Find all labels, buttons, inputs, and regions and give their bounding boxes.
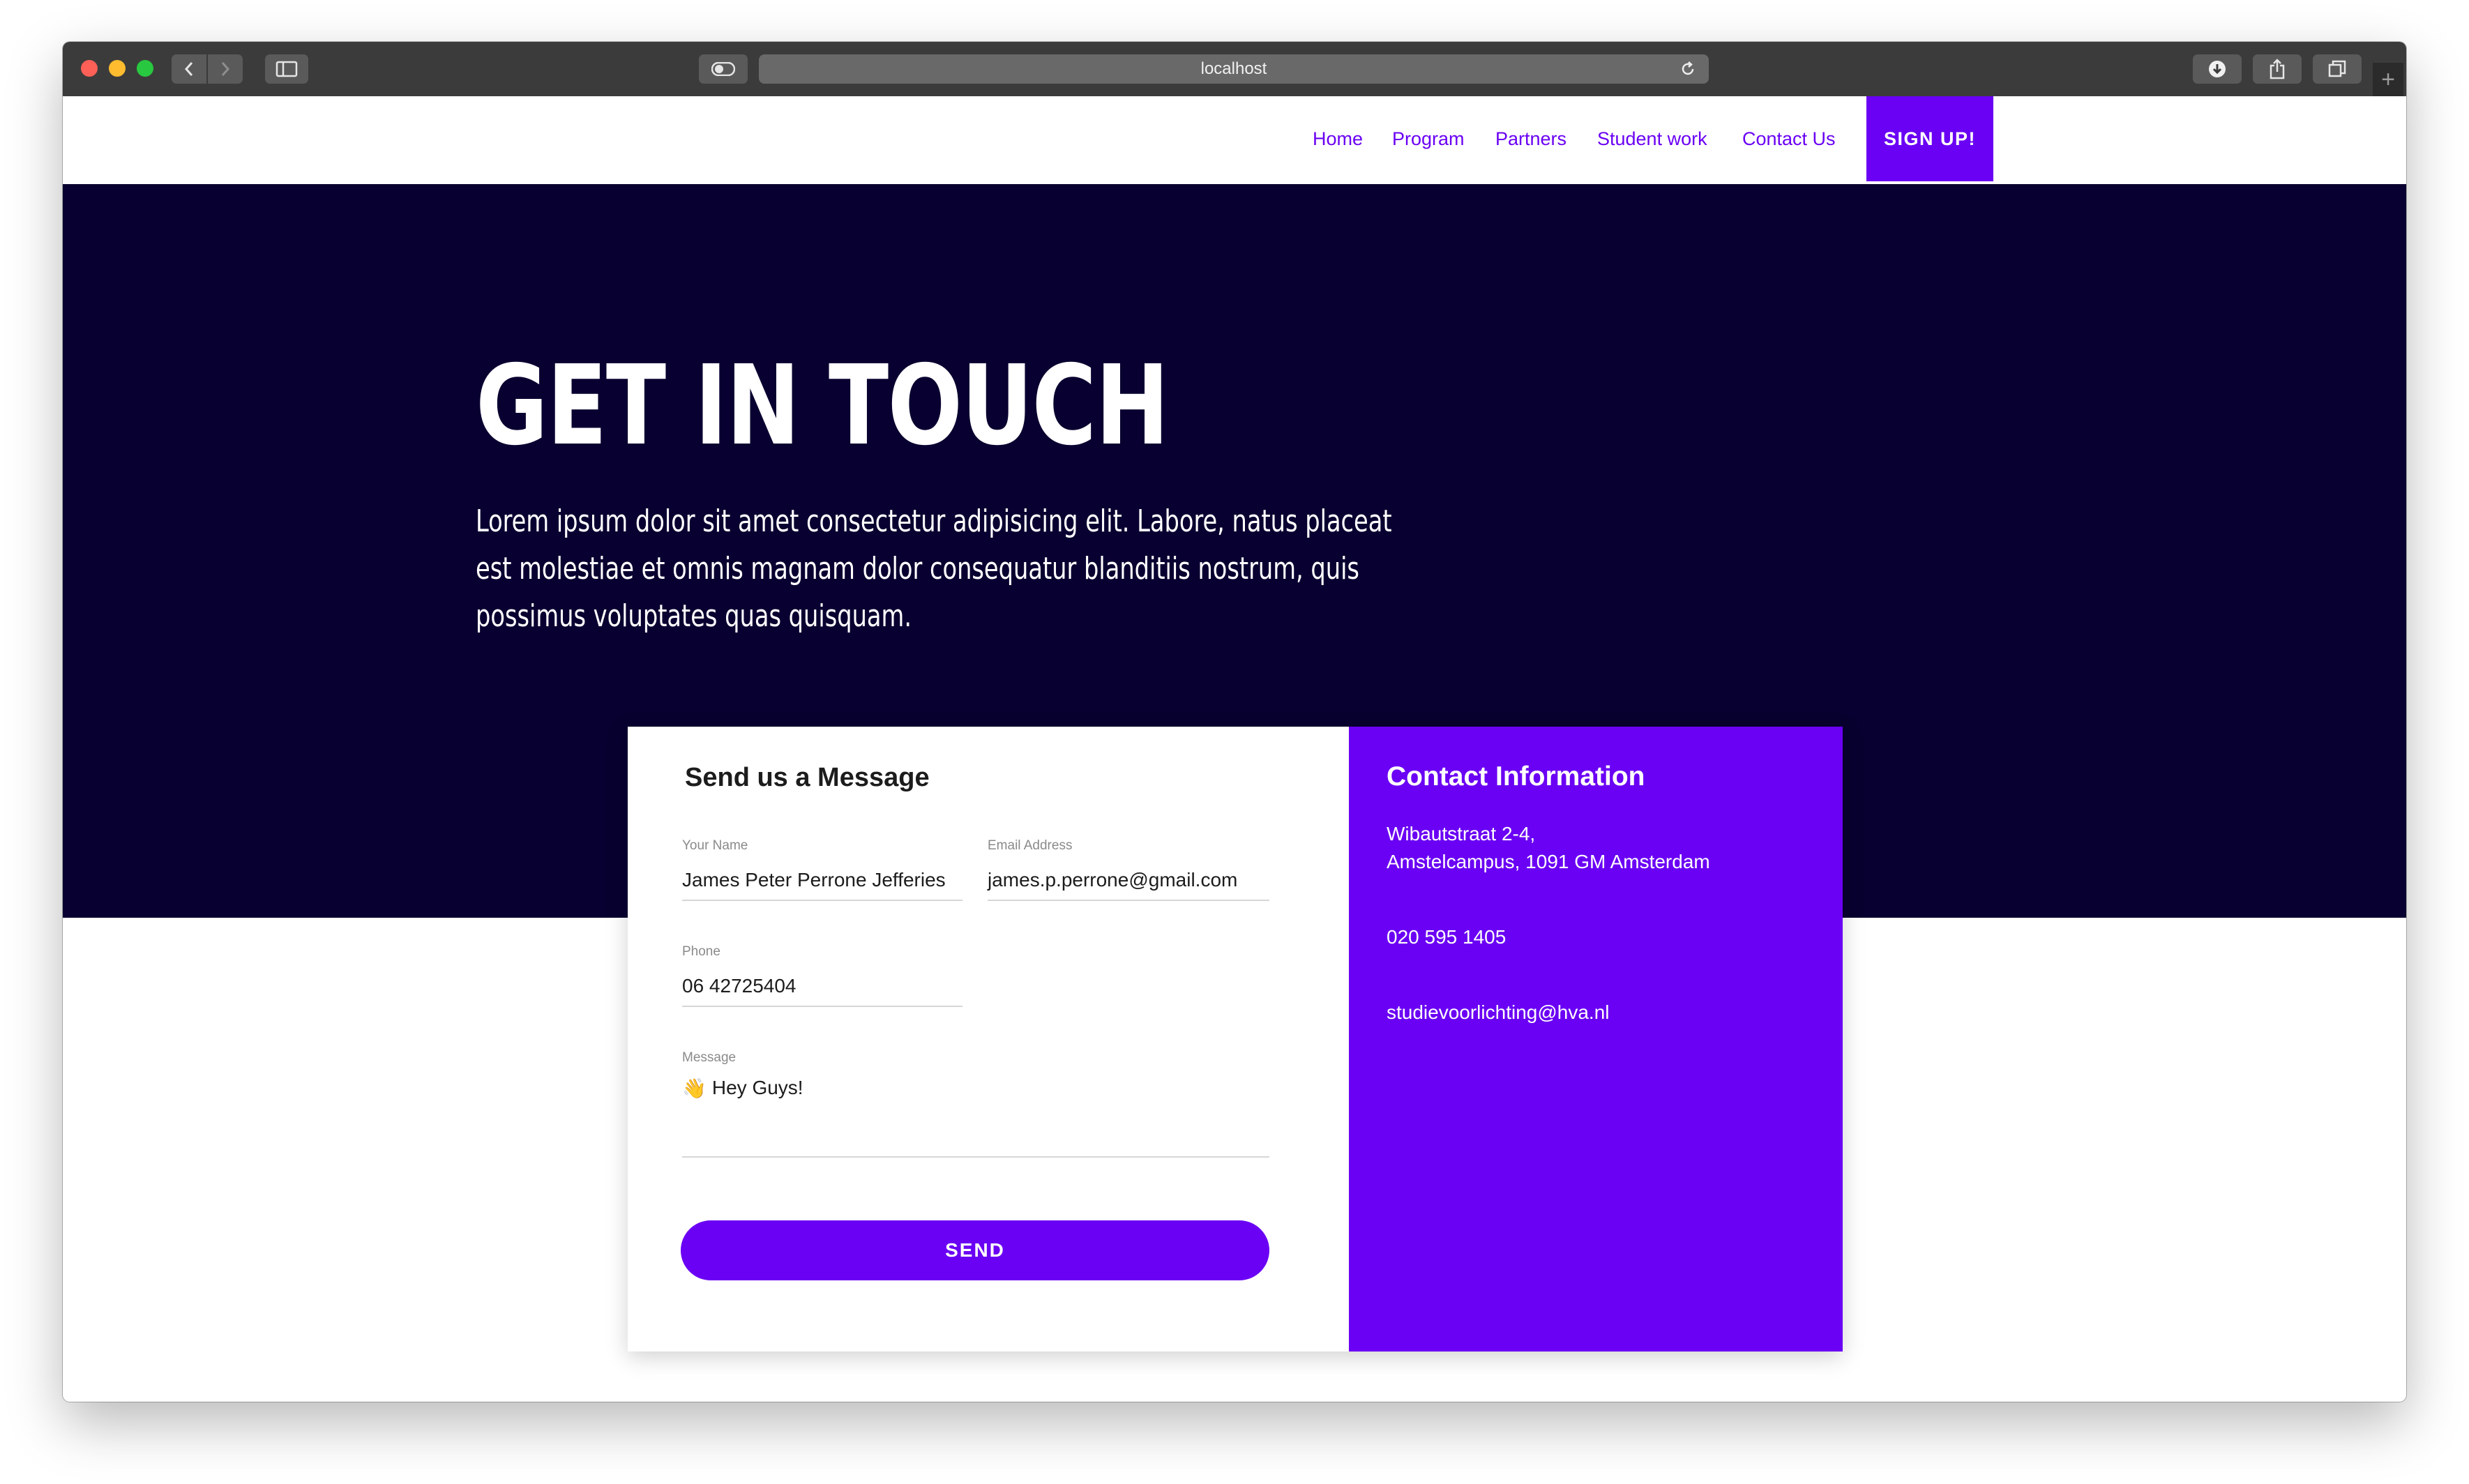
phone-field[interactable]: 06 42725404 xyxy=(682,967,962,1007)
address-line-1: Wibautstraat 2-4, xyxy=(1387,823,1536,845)
nav-link-home[interactable]: Home xyxy=(1313,128,1363,150)
name-field[interactable]: James Peter Perrone Jefferies xyxy=(682,861,962,901)
back-button[interactable] xyxy=(172,54,206,84)
downloads-button[interactable] xyxy=(2193,54,2242,84)
address-bar[interactable]: localhost xyxy=(759,54,1709,84)
maximize-window-button[interactable] xyxy=(137,60,153,77)
contact-info-panel: Contact Information Wibautstraat 2-4, Am… xyxy=(1349,727,1843,1352)
nav-link-program[interactable]: Program xyxy=(1392,128,1465,150)
email-label: Email Address xyxy=(988,838,1073,853)
download-icon xyxy=(2209,61,2226,77)
reload-icon[interactable] xyxy=(1679,61,1696,77)
name-label: Your Name xyxy=(682,838,748,853)
contact-card: Send us a Message Your Name James Peter … xyxy=(628,727,1843,1352)
message-field[interactable]: 👋 Hey Guys! xyxy=(682,1073,1269,1158)
name-value: James Peter Perrone Jefferies xyxy=(682,869,946,891)
new-tab-button[interactable]: + xyxy=(2373,63,2403,96)
message-label: Message xyxy=(682,1050,737,1065)
waving-hand-icon: 👋 xyxy=(682,1077,707,1099)
nav-link-student-work[interactable]: Student work xyxy=(1597,128,1707,150)
site-header: Home Program Partners Student work Conta… xyxy=(63,96,2406,184)
forward-button[interactable] xyxy=(208,54,243,84)
nav-link-contact-us[interactable]: Contact Us xyxy=(1742,128,1836,150)
form-title: Send us a Message xyxy=(685,763,930,792)
tab-overview-button[interactable] xyxy=(2313,54,2362,84)
browser-toolbar: localhost + xyxy=(63,42,2406,97)
contact-phone: 020 595 1405 xyxy=(1387,926,1507,948)
share-icon xyxy=(2270,59,2285,80)
page-title: GET IN TOUCH xyxy=(476,342,1169,470)
history-nav xyxy=(172,54,243,84)
email-value: james.p.perrone@gmail.com xyxy=(988,869,1238,891)
plus-icon: + xyxy=(2381,66,2395,93)
contact-form: Send us a Message Your Name James Peter … xyxy=(628,727,1349,1352)
minimize-window-button[interactable] xyxy=(109,60,126,77)
toggle-icon xyxy=(711,62,735,76)
message-value: Hey Guys! xyxy=(711,1077,803,1098)
nav-link-partners[interactable]: Partners xyxy=(1495,128,1566,150)
tabs-icon xyxy=(2328,60,2346,77)
phone-label: Phone xyxy=(682,944,720,959)
contact-info-title: Contact Information xyxy=(1387,762,1645,792)
email-field[interactable]: james.p.perrone@gmail.com xyxy=(988,861,1269,901)
hero-description: Lorem ipsum dolor sit amet consectetur a… xyxy=(476,503,1392,634)
privacy-report-button[interactable] xyxy=(699,54,748,84)
chevron-right-icon xyxy=(221,62,230,76)
browser-window: localhost + Home Program Partners Studen… xyxy=(63,42,2406,1402)
send-button[interactable]: SEND xyxy=(681,1220,1269,1280)
sidebar-toggle-button[interactable] xyxy=(265,54,308,84)
contact-email[interactable]: studievoorlichting@hva.nl xyxy=(1387,999,1609,1027)
share-button[interactable] xyxy=(2253,54,2302,84)
sign-up-button[interactable]: SIGN UP! xyxy=(1866,96,1993,181)
phone-value: 06 42725404 xyxy=(682,975,796,997)
chevron-left-icon xyxy=(184,62,193,76)
url-text: localhost xyxy=(1200,59,1267,78)
address-line-2: Amstelcampus, 1091 GM Amsterdam xyxy=(1387,851,1710,872)
sidebar-icon xyxy=(275,61,298,77)
close-window-button[interactable] xyxy=(81,60,98,77)
